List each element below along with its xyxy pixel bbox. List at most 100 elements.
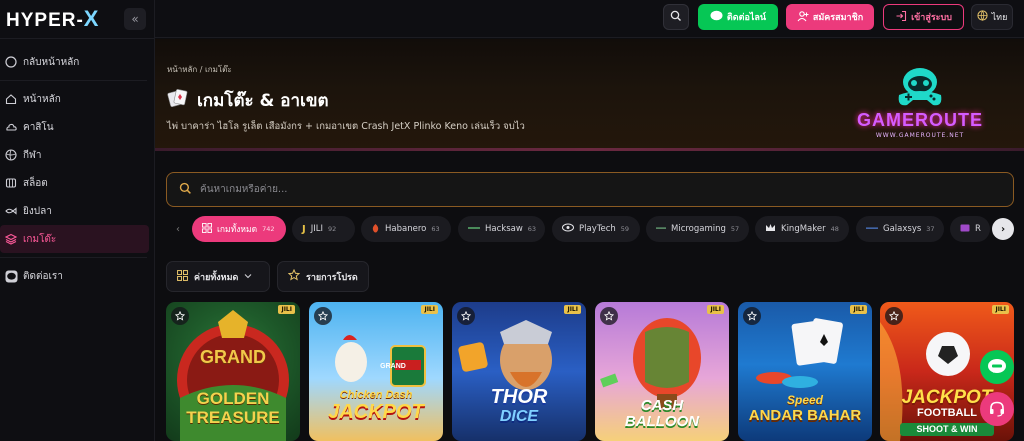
headset-icon bbox=[990, 401, 1004, 417]
cards-icon bbox=[167, 88, 189, 113]
favorite-star-button[interactable] bbox=[885, 307, 903, 325]
provider-count: 92 bbox=[328, 225, 337, 233]
hacksaw-logo-icon bbox=[468, 224, 480, 234]
provider-badge: JILI bbox=[992, 305, 1009, 314]
provider-name: Habanero bbox=[385, 224, 427, 234]
ball-icon bbox=[4, 148, 18, 162]
sidebar-item-fishing[interactable]: ยิงปลา bbox=[0, 197, 149, 225]
line-contact-label: ติดต่อไลน์ bbox=[726, 13, 767, 23]
sidebar-item-label: สล็อต bbox=[23, 177, 48, 189]
favorite-star-button[interactable] bbox=[314, 307, 332, 325]
provider-count: 59 bbox=[620, 225, 630, 233]
game-card[interactable]: GRAND Chicken Dash JACKPOT JILI bbox=[309, 302, 443, 441]
provider-badge: JILI bbox=[421, 305, 438, 314]
star-icon bbox=[175, 311, 185, 321]
favorite-star-button[interactable] bbox=[600, 307, 618, 325]
all-providers-dropdown[interactable]: ค่ายทั้งหมด bbox=[166, 261, 270, 292]
divider bbox=[155, 148, 1024, 151]
brand-logo[interactable]: HYPER-X bbox=[6, 6, 99, 32]
line-icon bbox=[988, 359, 1006, 373]
provider-chip-microgaming[interactable]: Microgaming 57 bbox=[646, 216, 749, 242]
sidebar-item-table-games[interactable]: เกมโต๊ะ bbox=[0, 225, 149, 253]
collapse-sidebar-button[interactable]: « bbox=[124, 8, 146, 30]
sidebar-item-home[interactable]: หน้าหลัก bbox=[0, 85, 149, 113]
favorite-star-button[interactable] bbox=[171, 307, 189, 325]
brand-x: X bbox=[83, 6, 100, 31]
search-button[interactable] bbox=[663, 4, 689, 30]
sidebar-item-label: กลับหน้าหลัก bbox=[23, 56, 80, 68]
sidebar-item-label: คาสิโน bbox=[23, 121, 54, 133]
provider-name: JILI bbox=[310, 224, 323, 234]
provider-chip-kingmaker[interactable]: KingMaker 48 bbox=[755, 216, 849, 242]
search-icon bbox=[179, 180, 192, 199]
breadcrumb: หน้าหลัก / เกมโต๊ะ bbox=[167, 65, 232, 74]
provider-chip-playtech[interactable]: PlayTech 59 bbox=[552, 216, 640, 242]
page-title-text: เกมโต๊ะ & อาเขต bbox=[197, 91, 329, 111]
game-card[interactable]: Speed ANDAR BAHAR JILI bbox=[738, 302, 872, 441]
cloud-icon bbox=[4, 120, 18, 134]
provider-chip-habanero[interactable]: Habanero 63 bbox=[361, 216, 451, 242]
provider-count: 63 bbox=[527, 225, 537, 233]
game-title-line: ANDAR BAHAR bbox=[748, 407, 862, 424]
add-user-icon bbox=[797, 10, 809, 25]
provider-name: Galaxsys bbox=[883, 224, 922, 234]
sidebar-nav: กลับหน้าหลัก หน้าหลัก คาสิโน กีฬา สล็อต … bbox=[0, 48, 155, 290]
provider-name: Hacksaw bbox=[485, 224, 523, 234]
provider-count: 37 bbox=[926, 225, 935, 233]
search-input[interactable] bbox=[200, 184, 800, 195]
game-title-line: Speed bbox=[786, 393, 823, 407]
divider bbox=[0, 38, 155, 39]
favorite-star-button[interactable] bbox=[457, 307, 475, 325]
provider-chip-partial[interactable]: R bbox=[950, 216, 990, 242]
language-label: ไทย bbox=[991, 13, 1008, 23]
star-icon bbox=[604, 311, 614, 321]
provider-badge: JILI bbox=[278, 305, 295, 314]
provider-chip-jili[interactable]: J JILI 92 bbox=[292, 216, 355, 242]
game-subtitle-badge: SHOOT & WIN bbox=[900, 423, 994, 436]
game-title-line: TREASURE bbox=[186, 408, 280, 427]
sidebar-item-slots[interactable]: สล็อต bbox=[0, 169, 149, 197]
chevron-right-icon[interactable]: › bbox=[992, 218, 1014, 240]
provider-chip-galaxsys[interactable]: Galaxsys 37 bbox=[856, 216, 944, 242]
sidebar-item-casino[interactable]: คาสิโน bbox=[0, 113, 149, 141]
login-icon bbox=[895, 10, 907, 25]
language-selector[interactable]: ไทย bbox=[971, 4, 1013, 30]
game-card[interactable]: THOR DICE JILI bbox=[452, 302, 586, 441]
favorite-star-button[interactable] bbox=[743, 307, 761, 325]
provider-chip-hacksaw[interactable]: Hacksaw 63 bbox=[458, 216, 545, 242]
signup-button[interactable]: สมัครสมาชิก bbox=[786, 4, 874, 30]
double-chevron-left-icon: « bbox=[131, 12, 139, 26]
jili-logo-icon: J bbox=[302, 223, 306, 235]
provider-chip-all[interactable]: เกมทั้งหมด 742 bbox=[192, 216, 286, 242]
favorites-button[interactable]: รายการโปรด bbox=[277, 261, 369, 292]
provider-badge: JILI bbox=[707, 305, 724, 314]
star-icon bbox=[287, 268, 301, 284]
game-card[interactable]: CASH BALLOON JILI bbox=[595, 302, 729, 441]
chevron-left-icon[interactable]: ‹ bbox=[166, 216, 190, 242]
provider-count: 57 bbox=[730, 225, 740, 233]
gameroute-logo-text: GAMEROUTE bbox=[857, 110, 983, 130]
login-button[interactable]: เข้าสู่ระบบ bbox=[883, 4, 964, 30]
provider-name: KingMaker bbox=[781, 224, 826, 234]
sidebar: HYPER-X « กลับหน้าหลัก หน้าหลัก คาสิโน ก… bbox=[0, 0, 155, 441]
fish-icon bbox=[4, 204, 18, 218]
star-icon bbox=[461, 311, 471, 321]
sidebar-item-back-home[interactable]: กลับหน้าหลัก bbox=[0, 48, 149, 76]
line-contact-button[interactable]: ติดต่อไลน์ bbox=[698, 4, 778, 30]
search-bar[interactable] bbox=[166, 172, 1014, 207]
floating-support-button[interactable] bbox=[980, 392, 1014, 426]
gameroute-logo: GAMEROUTE WWW.GAMEROUTE.NET bbox=[845, 63, 995, 145]
floating-line-button[interactable] bbox=[980, 350, 1014, 384]
game-card[interactable]: GRAND GOLDEN TREASURE JILI bbox=[166, 302, 300, 441]
login-label: เข้าสู่ระบบ bbox=[911, 13, 952, 23]
microgaming-logo-icon bbox=[656, 224, 666, 234]
provider-name: Microgaming bbox=[671, 224, 726, 234]
gameroute-logo-url: WWW.GAMEROUTE.NET bbox=[875, 132, 965, 139]
sidebar-item-label: เกมโต๊ะ bbox=[23, 233, 57, 245]
habanero-logo-icon bbox=[371, 223, 380, 236]
sidebar-item-sports[interactable]: กีฬา bbox=[0, 141, 149, 169]
provider-name: R bbox=[975, 224, 981, 234]
divider bbox=[0, 257, 147, 258]
page-description: ไพ่ บาคาร่า ไฮโล รูเล็ต เสือมังกร + เกมอ… bbox=[167, 121, 525, 132]
sidebar-item-contact[interactable]: ติดต่อเรา bbox=[0, 262, 149, 290]
